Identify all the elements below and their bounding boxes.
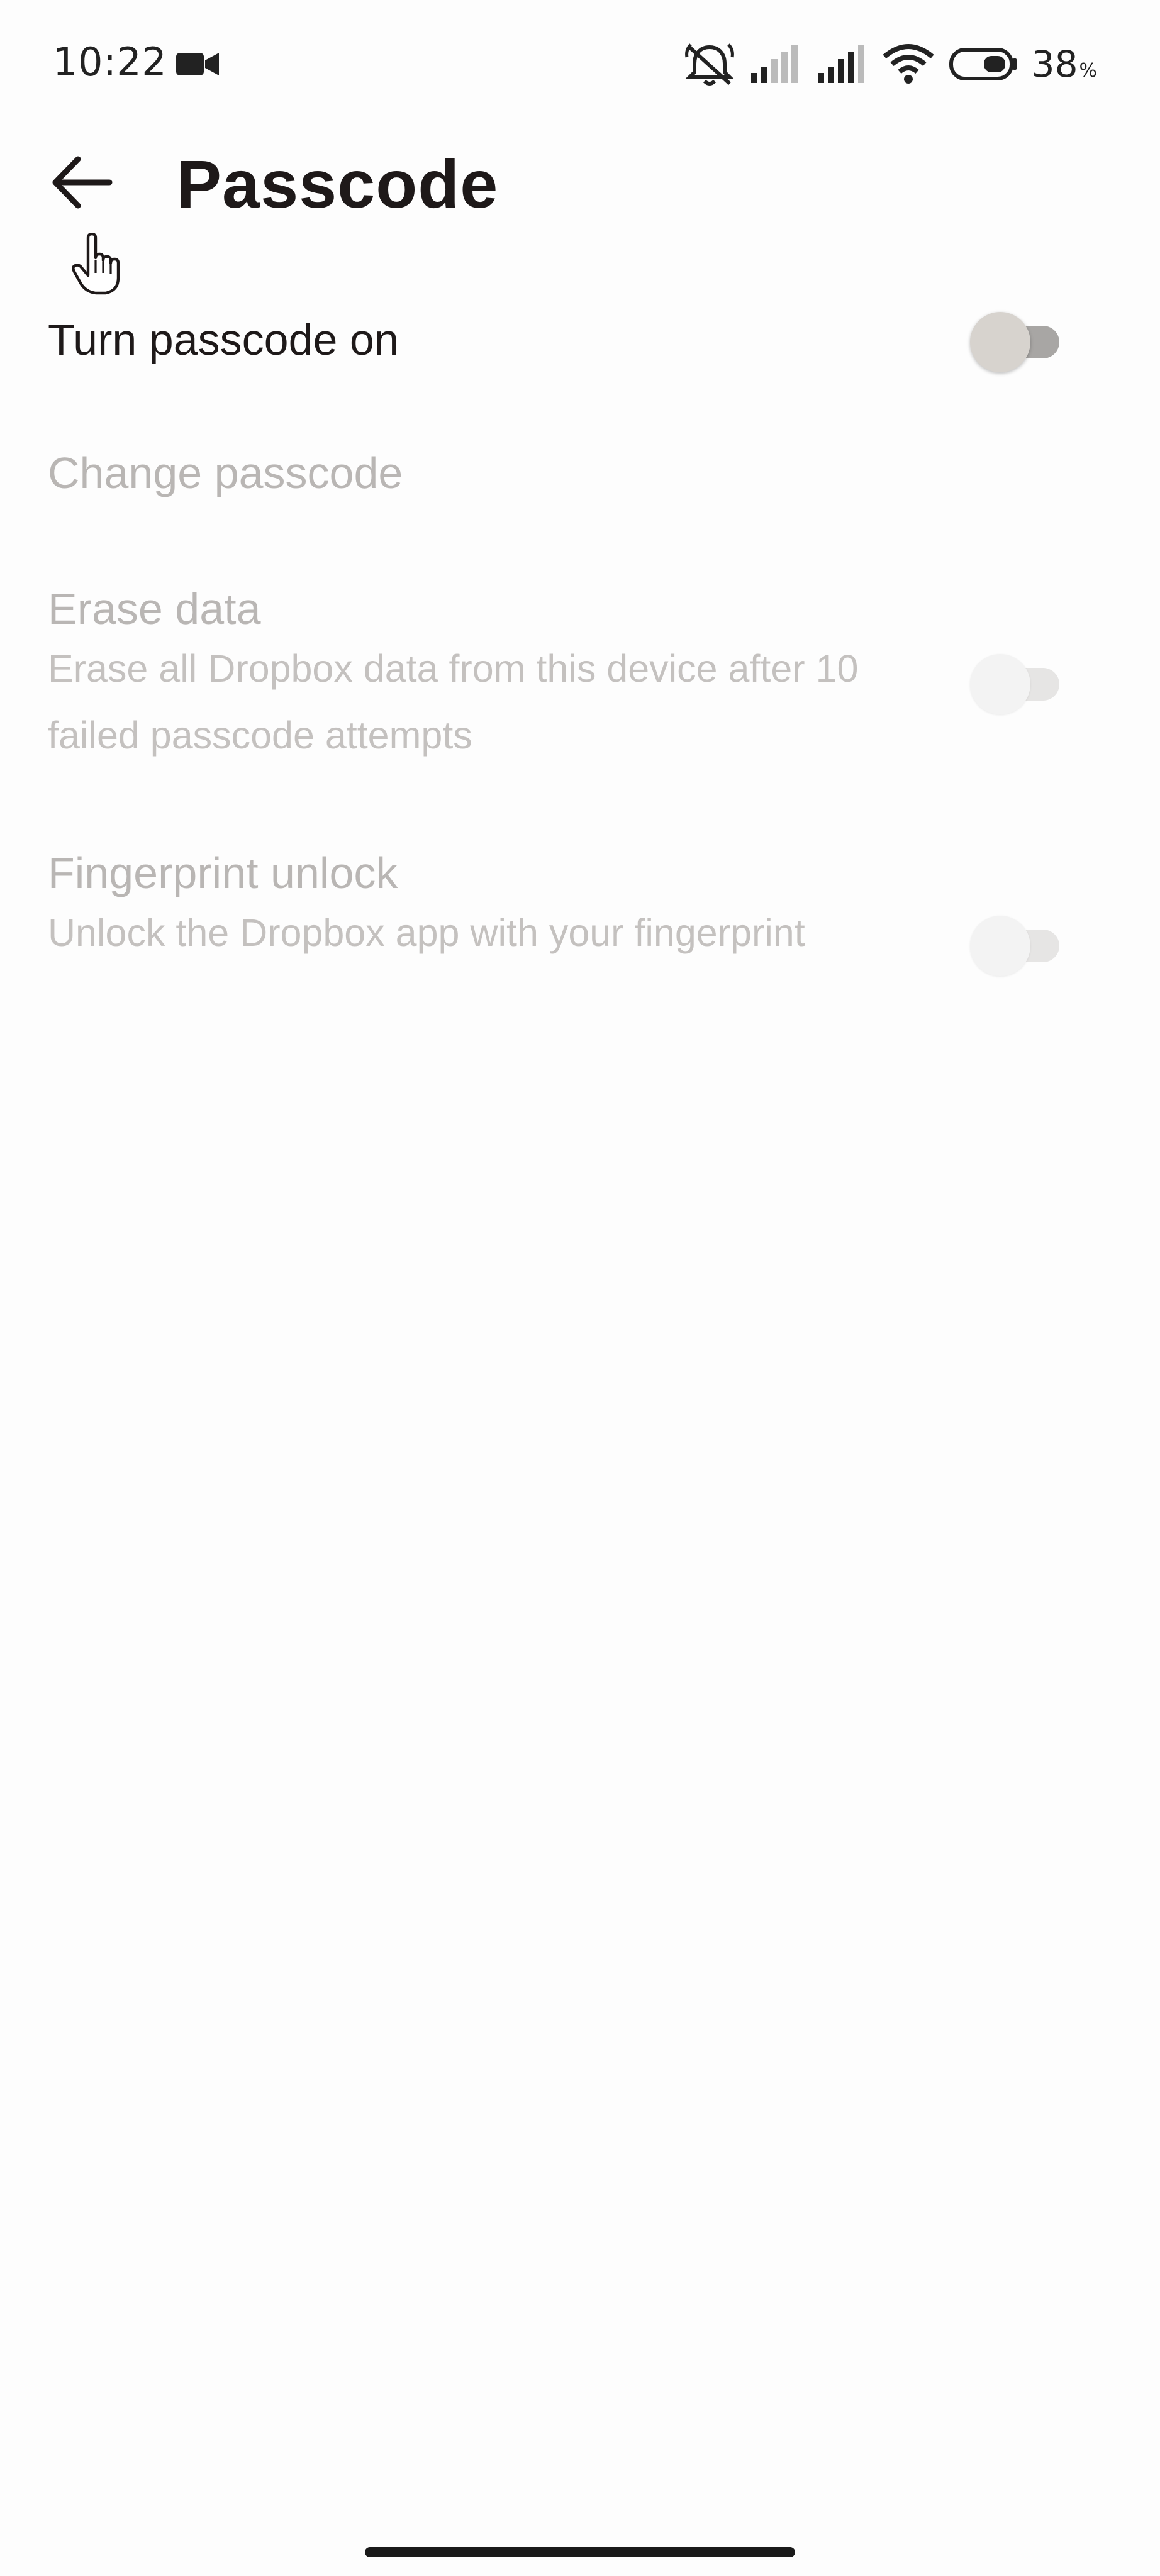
fingerprint-unlock-description: Unlock the Dropbox app with your fingerp… — [48, 911, 805, 954]
page-title: Passcode — [176, 146, 499, 222]
hand-cursor-icon — [72, 233, 120, 295]
muted-alarm-icon — [684, 43, 734, 86]
erase-data-row[interactable]: Erase data Erase all Dropbox data from t… — [0, 560, 1160, 767]
signal-strong-icon — [817, 45, 864, 83]
change-passcode-row[interactable]: Change passcode — [0, 428, 1160, 516]
passcode-screen: 10:22 38 % Passcode Turn passcode on Cha… — [0, 0, 1160, 2576]
app-bar: Passcode — [0, 126, 1160, 245]
status-time: 10:22 — [53, 39, 167, 85]
turn-passcode-on-row[interactable]: Turn passcode on — [0, 296, 1160, 390]
erase-data-title: Erase data — [48, 584, 261, 633]
fingerprint-unlock-title: Fingerprint unlock — [48, 848, 398, 897]
battery-level: 38% — [1032, 43, 1097, 86]
turn-passcode-on-title: Turn passcode on — [48, 315, 399, 364]
video-camera-icon — [176, 53, 219, 75]
battery-unit: % — [1079, 60, 1097, 82]
toggle-thumb — [970, 916, 1030, 976]
turn-passcode-on-toggle[interactable] — [970, 306, 1064, 372]
battery-level-value: 38 — [1031, 43, 1078, 86]
erase-data-toggle[interactable] — [970, 648, 1064, 714]
battery-icon — [949, 48, 1017, 80]
toggle-thumb — [970, 312, 1030, 372]
status-bar: 10:22 38 % — [0, 0, 1160, 101]
change-passcode-title: Change passcode — [48, 448, 403, 497]
back-button[interactable] — [38, 138, 126, 226]
status-icons: 38% — [684, 39, 1097, 89]
wifi-icon — [883, 44, 934, 84]
toggle-thumb — [970, 654, 1030, 714]
arrow-left-icon — [52, 156, 113, 209]
home-indicator[interactable] — [365, 2547, 795, 2557]
signal-weak-icon — [750, 45, 798, 83]
erase-data-description: Erase all Dropbox data from this device … — [48, 647, 859, 757]
fingerprint-unlock-row[interactable]: Fingerprint unlock Unlock the Dropbox ap… — [0, 824, 1160, 1031]
fingerprint-unlock-toggle[interactable] — [970, 909, 1064, 976]
